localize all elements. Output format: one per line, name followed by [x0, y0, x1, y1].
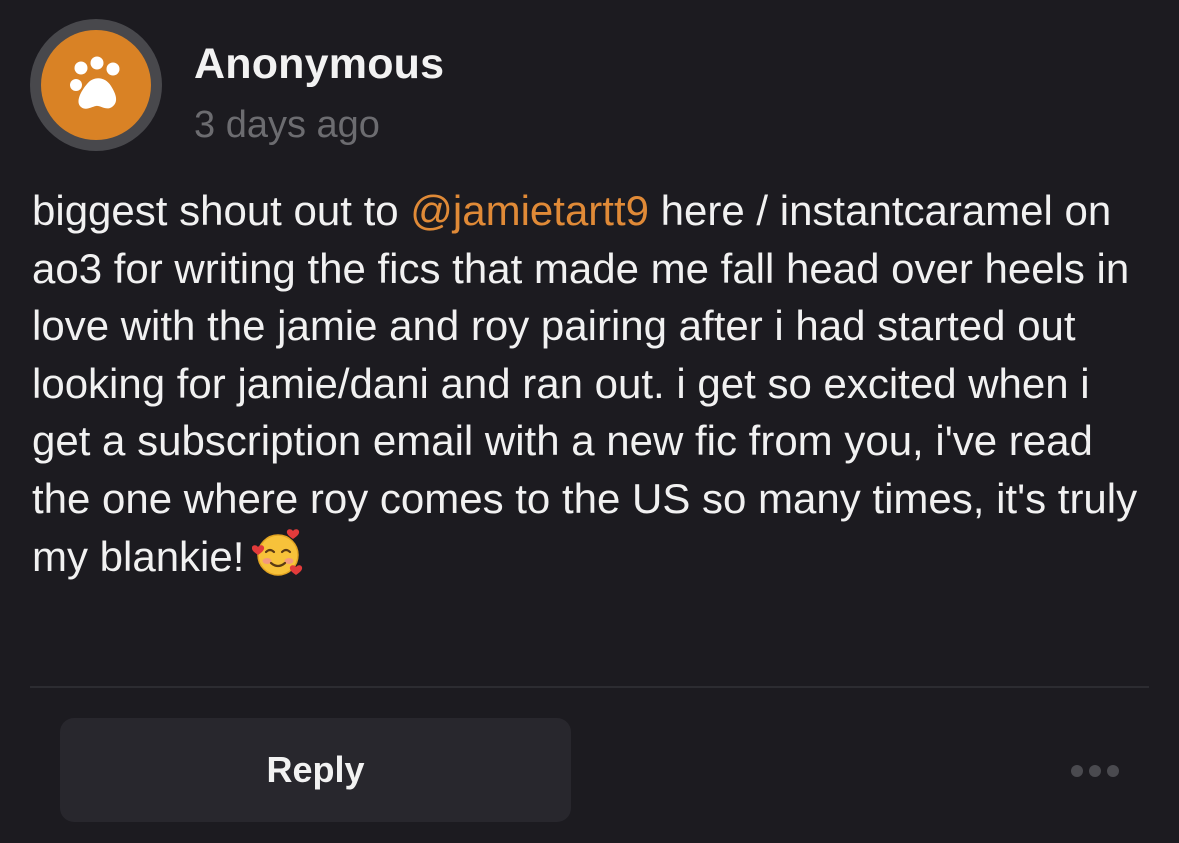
- reply-button[interactable]: Reply: [60, 718, 571, 822]
- message-text-start: biggest shout out to: [32, 187, 411, 234]
- user-mention-link[interactable]: @jamietartt9: [410, 187, 649, 234]
- message-text-end: here / instantcaramel on ao3 for writing…: [32, 187, 1138, 580]
- more-dot: [1107, 765, 1119, 777]
- timestamp: 3 days ago: [194, 104, 380, 146]
- avatar[interactable]: [41, 30, 151, 140]
- author-name: Anonymous: [194, 40, 445, 88]
- post-card: Anonymous 3 days ago biggest shout out t…: [0, 0, 1179, 843]
- paw-icon: [70, 56, 120, 109]
- more-icon[interactable]: [1065, 756, 1125, 786]
- smiling-face-with-hearts-emoji-icon: [252, 527, 304, 594]
- more-dot: [1089, 765, 1101, 777]
- message-body: biggest shout out to @jamietartt9 here /…: [32, 182, 1157, 594]
- divider: [30, 686, 1149, 688]
- more-dot: [1071, 765, 1083, 777]
